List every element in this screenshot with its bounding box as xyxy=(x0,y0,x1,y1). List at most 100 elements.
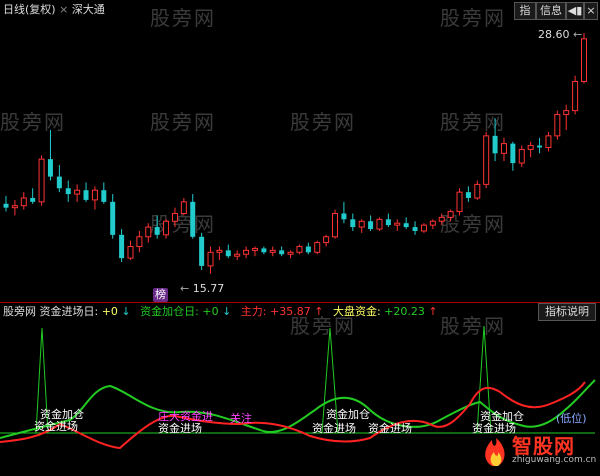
candle xyxy=(74,184,81,202)
candle xyxy=(199,232,205,270)
candle xyxy=(65,180,71,202)
candle xyxy=(171,207,178,228)
candle xyxy=(350,213,356,231)
candle xyxy=(500,137,507,162)
annotation-label: 关注 xyxy=(230,412,252,425)
candle xyxy=(572,75,579,115)
indicator-label3: 主力: xyxy=(240,305,267,318)
candle xyxy=(368,215,374,231)
candle xyxy=(456,188,463,216)
candle xyxy=(110,194,116,239)
candle xyxy=(412,221,418,235)
arrow-down-icon: ↓ xyxy=(121,305,131,318)
candle xyxy=(581,33,587,84)
candle xyxy=(323,234,330,247)
candle xyxy=(101,182,107,204)
arrow-up-icon: ↑ xyxy=(314,305,324,318)
candle xyxy=(190,194,196,239)
candle xyxy=(243,246,250,259)
candle xyxy=(492,118,498,162)
candle xyxy=(136,230,143,253)
candle xyxy=(545,131,552,152)
candle xyxy=(269,246,276,257)
indicator-name: 股旁网 资金进场日: xyxy=(3,305,99,318)
annotation-label: 资金进场 xyxy=(368,422,412,435)
chart-title: 日线(复权) × 深大通 xyxy=(3,3,105,17)
indicator-header: 股旁网 资金进场日: +0 ↓ 资金加仓日: +0 ↓ 主力: +35.87 ↑… xyxy=(3,305,438,319)
candle xyxy=(11,199,18,216)
candle xyxy=(287,250,294,259)
candle xyxy=(225,244,231,259)
indicator-val4: +20.23 xyxy=(384,305,425,318)
candle xyxy=(527,141,534,158)
price-high-label: 28.60 ← xyxy=(538,28,583,41)
stock-name: 深大通 xyxy=(71,3,105,16)
candle xyxy=(438,213,445,226)
info-button[interactable]: 信息 xyxy=(536,2,566,20)
indicator-val2: +0 xyxy=(202,305,219,318)
candle xyxy=(394,219,401,231)
candle xyxy=(30,188,36,204)
candle xyxy=(474,180,481,200)
brand-logo: 智股网 zhiguwang.com.cn xyxy=(478,430,596,472)
candle xyxy=(518,145,525,167)
candle xyxy=(510,141,516,171)
candle xyxy=(216,246,223,261)
candle xyxy=(47,130,53,181)
period-label: 日线(复权) xyxy=(3,3,56,16)
candle xyxy=(207,246,214,274)
candle xyxy=(483,131,490,189)
annotation-label: 资金进场 xyxy=(158,422,202,435)
annotation-label: 资金进场 xyxy=(312,422,356,435)
candle xyxy=(180,197,187,216)
candle xyxy=(20,192,27,210)
candle xyxy=(447,209,454,222)
candle xyxy=(154,215,160,239)
price-low-label: ← 15.77 xyxy=(180,282,225,295)
candle xyxy=(429,219,436,230)
candle xyxy=(83,182,89,202)
candle xyxy=(376,217,383,231)
candle xyxy=(403,217,409,230)
sep-icon: × xyxy=(59,3,69,16)
candle xyxy=(305,242,311,255)
candle xyxy=(3,196,9,212)
logo-url: zhiguwang.com.cn xyxy=(512,455,597,465)
pane-divider xyxy=(0,302,600,303)
play-toggle-icon[interactable]: ◀▮ xyxy=(566,2,584,20)
arrow-down-icon: ↓ xyxy=(222,305,232,318)
annotation-label: 资金进场 xyxy=(34,420,78,433)
candle xyxy=(127,240,134,261)
candle xyxy=(358,219,365,233)
close-icon[interactable]: × xyxy=(584,2,598,20)
indicator-label4: 大盘资金: xyxy=(332,305,381,318)
candle xyxy=(296,244,303,255)
indicator-help-button[interactable]: 指标说明 xyxy=(538,303,596,321)
candle xyxy=(332,209,339,239)
candle xyxy=(119,229,125,263)
candle xyxy=(56,164,62,193)
candle xyxy=(38,155,45,206)
annotation-label: (低位) xyxy=(556,412,587,425)
candle xyxy=(341,201,347,224)
candle xyxy=(314,240,321,255)
bang-badge: 榜 xyxy=(153,288,168,302)
candle xyxy=(234,250,241,261)
candle xyxy=(554,110,561,140)
candle xyxy=(163,219,170,239)
candle xyxy=(261,246,267,255)
candle xyxy=(91,186,98,210)
zhi-button[interactable]: 指 xyxy=(514,2,536,20)
candle xyxy=(420,223,427,233)
arrow-up-icon: ↑ xyxy=(428,305,438,318)
candle xyxy=(465,186,471,202)
candle xyxy=(279,246,285,257)
candlestick-chart xyxy=(3,33,587,274)
indicator-val3: +35.87 xyxy=(270,305,311,318)
annotation-label: 资金加仓 xyxy=(326,408,370,421)
candle xyxy=(385,213,391,228)
candle xyxy=(537,137,543,154)
indicator-val1: +0 xyxy=(101,305,118,318)
candle xyxy=(563,104,570,131)
indicator-label2: 资金加仓日: xyxy=(140,305,199,318)
